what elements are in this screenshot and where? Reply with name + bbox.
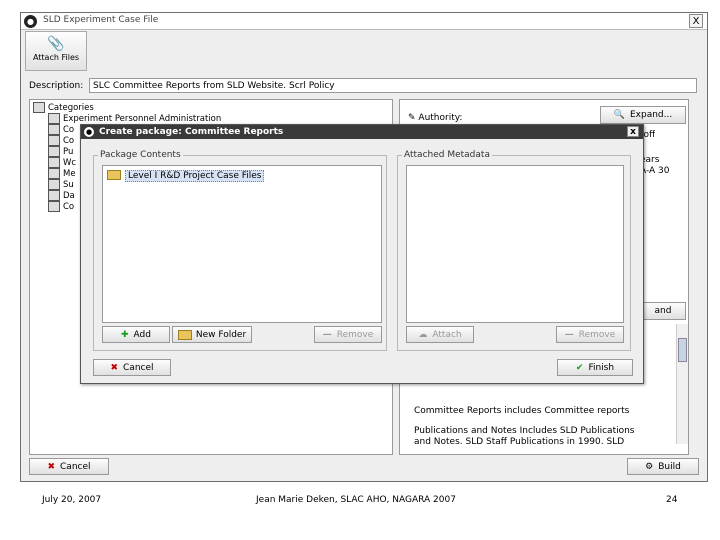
attach-button[interactable]: ☁ Attach <box>406 326 474 343</box>
build-button[interactable]: ⚙ Build <box>627 458 699 475</box>
footer-date: July 20, 2007 <box>42 495 102 505</box>
info-line: and Notes. SLD Staff Publications in 199… <box>414 437 625 447</box>
new-folder-button[interactable]: New Folder <box>172 326 252 343</box>
dialog-close-button[interactable]: x <box>627 126 639 137</box>
folder-icon <box>177 329 192 340</box>
attached-metadata-group: Attached Metadata ☁ Attach — Remove <box>397 150 631 351</box>
remove-button[interactable]: — Remove <box>314 326 382 343</box>
paperclip-icon: 📎 <box>47 36 65 52</box>
toolbar: 📎 Attach Files <box>21 30 707 72</box>
category-icon <box>48 135 60 146</box>
magnifier-icon: 🔍 <box>613 110 625 120</box>
cancel-button[interactable]: ✖ Cancel <box>29 458 109 475</box>
folder-icon <box>107 170 121 180</box>
dialog-cancel-button[interactable]: ✖ Cancel <box>93 359 171 376</box>
info-line: Committee Reports includes Committee rep… <box>414 406 630 416</box>
build-icon: ⚙ <box>645 462 654 472</box>
info-line: Publications and Notes Includes SLD Publ… <box>414 426 635 436</box>
footer-page-number: 24 <box>666 495 678 505</box>
cross-icon: ✖ <box>110 363 119 373</box>
list-item[interactable]: Level I R&D Project Case Files <box>107 169 265 182</box>
attached-metadata-title: Attached Metadata <box>402 150 492 160</box>
footer-author: Jean Marie Deken, SLAC AHO, NAGARA 2007 <box>256 495 456 505</box>
title-bar: ● SLD Experiment Case File X <box>21 13 707 30</box>
category-icon <box>48 113 60 124</box>
authority-label: Authority: <box>418 113 463 123</box>
create-package-dialog: ● Create package: Committee Reports x Pa… <box>80 124 644 384</box>
expand-button[interactable]: 🔍 Expand... <box>600 106 686 124</box>
authority-icon: ✎ <box>408 113 416 123</box>
category-icon <box>48 179 60 190</box>
category-icon <box>48 168 60 179</box>
finish-button[interactable]: ✔ Finish <box>557 359 633 376</box>
add-button[interactable]: ✚ Add <box>102 326 170 343</box>
plus-icon: ✚ <box>121 330 129 340</box>
category-icon <box>48 146 60 157</box>
package-contents-group: Package Contents Level I R&D Project Cas… <box>93 150 387 351</box>
dialog-title-bar: ● Create package: Committee Reports x <box>81 125 643 139</box>
cross-icon: ✖ <box>47 462 56 472</box>
package-contents-title: Package Contents <box>98 150 183 160</box>
category-icon <box>48 201 60 212</box>
tree-item[interactable]: Co <box>48 201 74 213</box>
category-icon <box>48 190 60 201</box>
window-close-button[interactable]: X <box>689 14 703 28</box>
package-contents-list[interactable]: Level I R&D Project Case Files <box>102 165 382 323</box>
app-icon: ● <box>84 127 94 137</box>
minus-icon: — <box>322 330 332 340</box>
minus-icon: — <box>564 330 574 340</box>
scrollbar-thumb[interactable] <box>678 338 687 362</box>
dialog-title: Create package: Committee Reports <box>99 127 284 137</box>
metadata-remove-button[interactable]: — Remove <box>556 326 624 343</box>
expand-button-2[interactable]: and <box>640 302 686 320</box>
window-title: SLD Experiment Case File <box>43 15 159 25</box>
attached-metadata-list[interactable] <box>406 165 624 323</box>
description-label: Description: <box>29 81 84 91</box>
description-input[interactable]: SLC Committee Reports from SLD Website. … <box>89 78 697 93</box>
category-icon <box>48 124 60 135</box>
attach-files-button[interactable]: 📎 Attach Files <box>25 31 87 71</box>
info-scrollbar[interactable] <box>676 324 688 444</box>
attach-icon: ☁ <box>418 330 428 340</box>
folder-icon <box>33 102 45 113</box>
checkmark-icon: ✔ <box>575 363 584 373</box>
authority-row: ✎ Authority: <box>408 113 462 123</box>
authority-snippet: A-A 30 <box>640 166 670 176</box>
category-icon <box>48 157 60 168</box>
app-icon: ● <box>24 15 37 28</box>
